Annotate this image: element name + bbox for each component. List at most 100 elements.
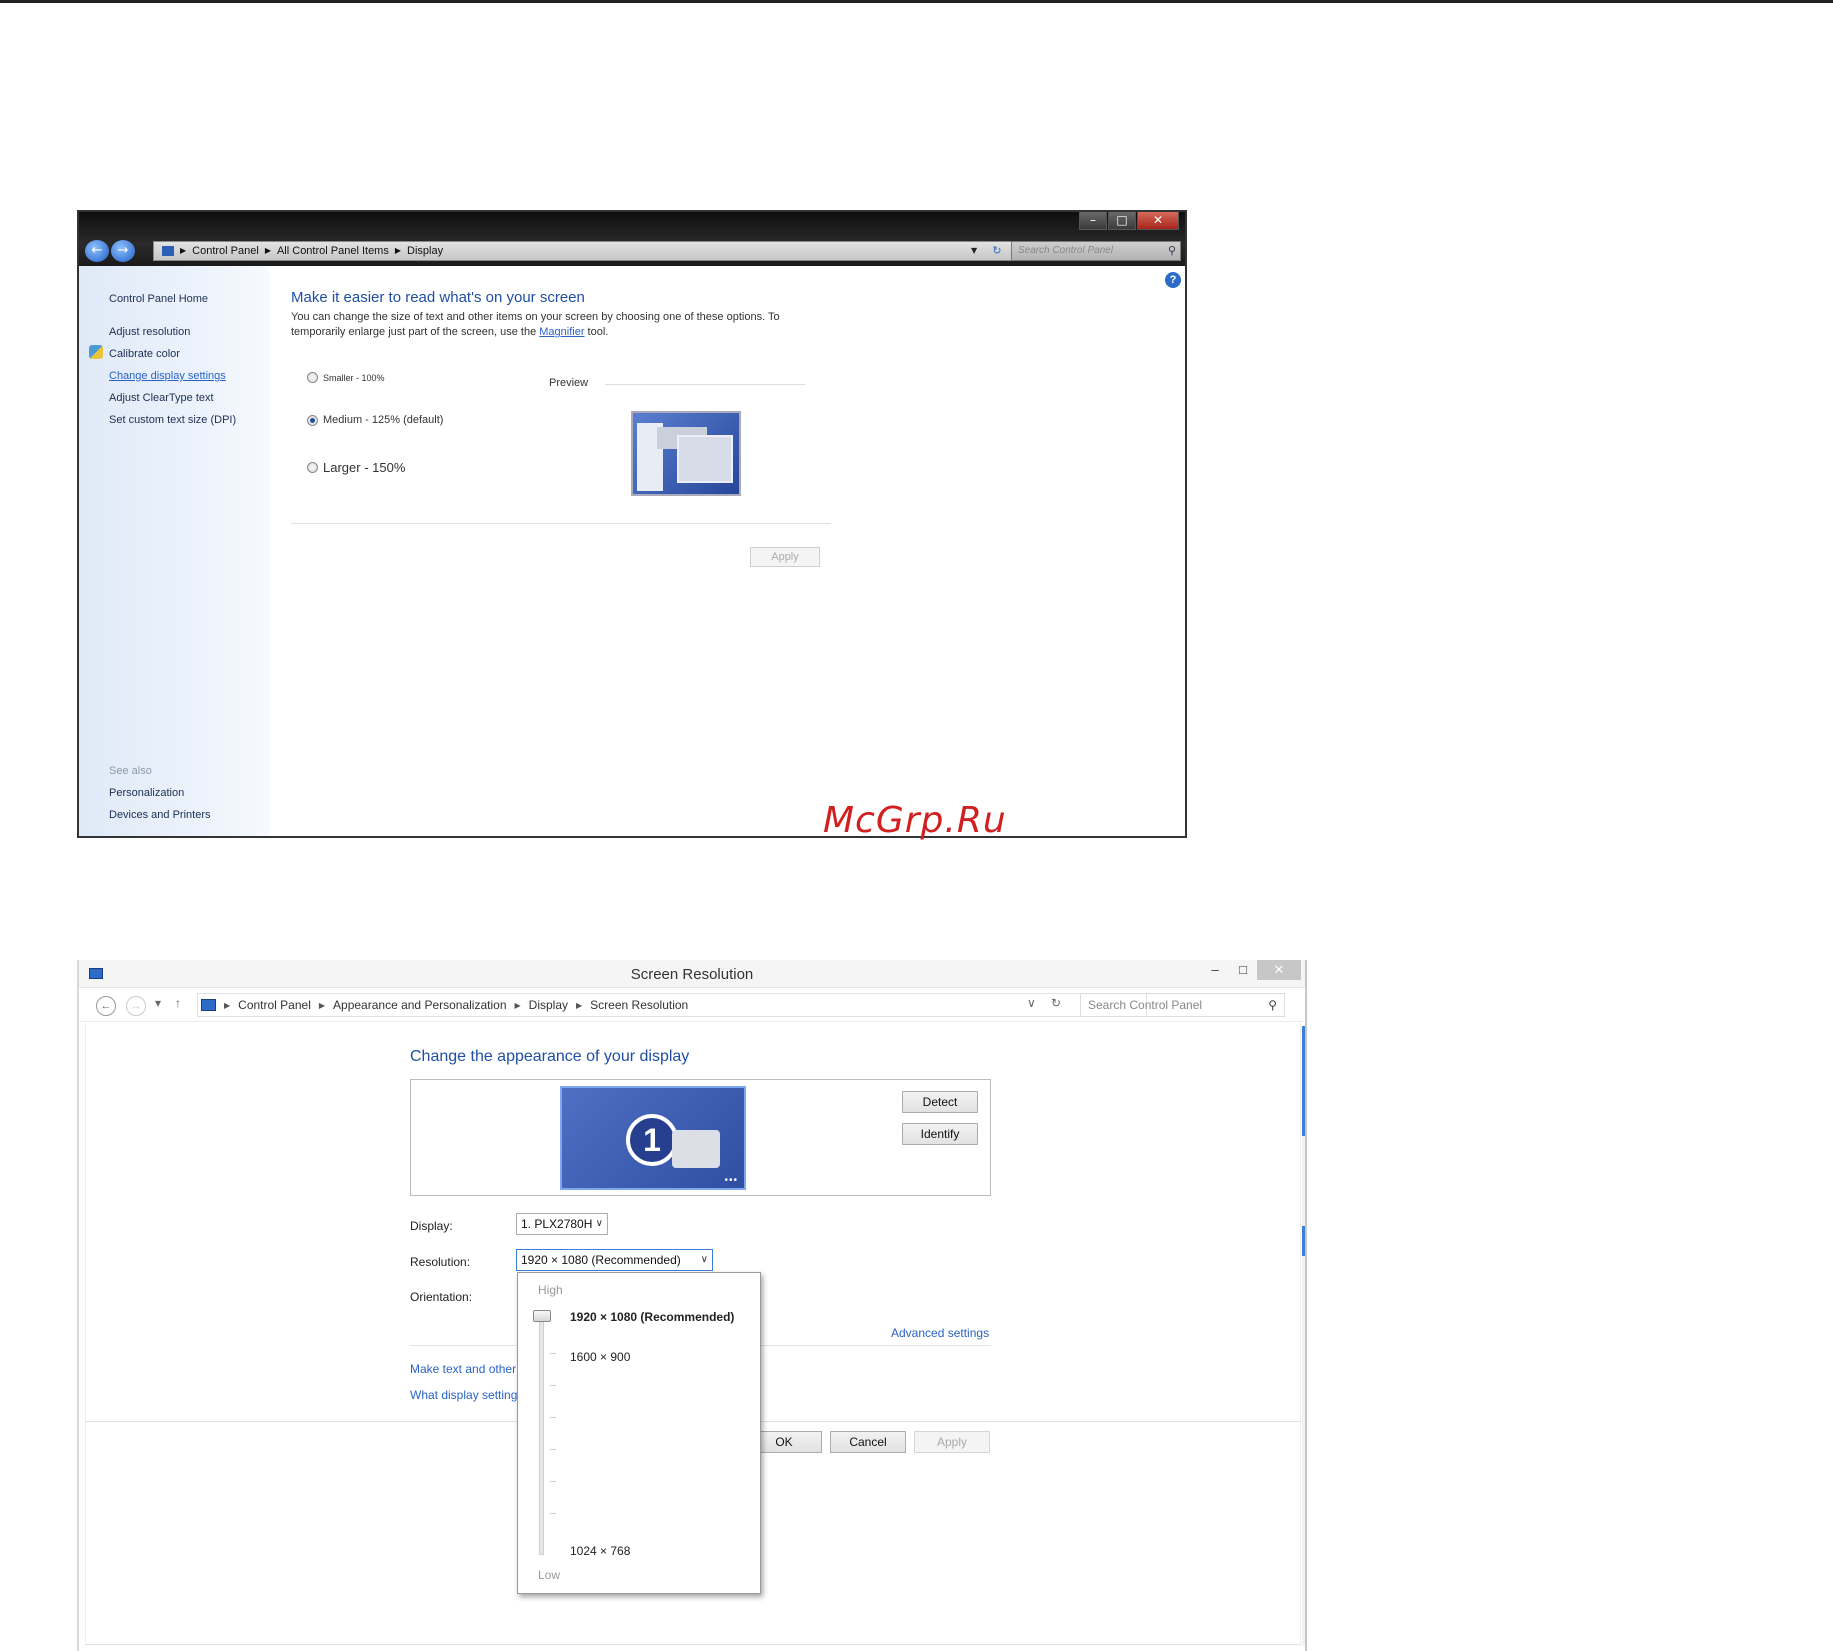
top-rule <box>0 0 1833 3</box>
slider-tick <box>550 1385 556 1386</box>
detect-button[interactable]: Detect <box>902 1091 978 1113</box>
search-icon[interactable]: ⚲ <box>1168 242 1176 260</box>
breadcrumb-control-panel[interactable]: Control Panel <box>238 998 311 1012</box>
scrollbar-thumb[interactable] <box>1302 1026 1305 1136</box>
resolution-slider-track[interactable] <box>539 1315 544 1555</box>
search-input[interactable]: Search Control Panel ⚲ <box>1011 241 1181 261</box>
address-bar[interactable]: ▶ Control Panel ▶ All Control Panel Item… <box>153 241 1053 261</box>
shield-icon <box>89 345 103 359</box>
resolution-option-1920[interactable]: 1920 × 1080 (Recommended) <box>570 1310 734 1324</box>
chevron-right-icon: ▶ <box>576 1000 583 1010</box>
monitor-tile[interactable]: 1 ••• <box>560 1086 746 1190</box>
page-title: Make it easier to read what's on your sc… <box>291 289 585 306</box>
forward-icon[interactable]: → <box>126 996 146 1016</box>
slider-tick <box>550 1417 556 1418</box>
resolution-value: 1920 × 1080 (Recommended) <box>521 1253 681 1267</box>
radio-smaller[interactable] <box>307 372 318 383</box>
content-border-bottom <box>85 1644 1301 1645</box>
orientation-label: Orientation: <box>410 1290 473 1304</box>
sidebar-item-home[interactable]: Control Panel Home <box>109 293 208 305</box>
option-smaller[interactable]: Smaller - 100% <box>307 372 385 383</box>
magnifier-link[interactable]: Magnifier <box>539 326 584 338</box>
option-larger[interactable]: Larger - 150% <box>307 460 405 475</box>
apply-button[interactable]: Apply <box>750 547 820 567</box>
apply-button[interactable]: Apply <box>914 1431 990 1453</box>
address-dropdown-icon[interactable]: ∨ <box>1027 996 1036 1010</box>
sidebar-item-devices-printers[interactable]: Devices and Printers <box>109 809 211 821</box>
display-settings-help-link[interactable]: What display setting <box>410 1388 517 1402</box>
slider-tick <box>550 1481 556 1482</box>
breadcrumb-display[interactable]: Display <box>407 242 443 260</box>
caption-buttons: – □ ✕ <box>1201 960 1301 980</box>
sidebar-item-cleartype[interactable]: Adjust ClearType text <box>109 392 214 404</box>
minimize-button[interactable]: – <box>1201 960 1229 980</box>
search-placeholder: Search Control Panel <box>1088 998 1203 1012</box>
forward-icon[interactable]: → <box>111 240 135 262</box>
chevron-right-icon: ▶ <box>224 1000 231 1010</box>
slider-tick <box>550 1513 556 1514</box>
divider <box>291 523 831 524</box>
description-tail: tool. <box>584 326 609 338</box>
close-button[interactable]: ✕ <box>1257 960 1301 980</box>
scrollbar-marker <box>1302 1226 1305 1256</box>
sidebar-item-adjust-resolution[interactable]: Adjust resolution <box>109 326 190 338</box>
sidebar-item-calibrate-color[interactable]: Calibrate color <box>109 348 180 360</box>
breadcrumb-control-panel[interactable]: Control Panel <box>192 242 259 260</box>
advanced-settings-link[interactable]: Advanced settings <box>891 1326 989 1340</box>
text-size-link[interactable]: Make text and other <box>410 1362 516 1376</box>
monitor-arrangement: 1 ••• Detect Identify <box>410 1079 991 1196</box>
help-icon[interactable]: ? <box>1165 272 1181 288</box>
content-border-left <box>85 1022 86 1645</box>
resolution-label: Resolution: <box>410 1255 471 1269</box>
maximize-button[interactable]: □ <box>1108 212 1136 230</box>
search-icon[interactable]: ⚲ <box>1268 994 1277 1016</box>
radio-medium[interactable] <box>307 414 318 426</box>
preview-window-c <box>677 435 733 483</box>
search-input[interactable]: Search Control Panel ⚲ <box>1080 993 1285 1017</box>
up-icon[interactable]: ↑ <box>175 996 181 1010</box>
resolution-option-1600[interactable]: 1600 × 900 <box>570 1350 630 1364</box>
breadcrumb-screen-resolution[interactable]: Screen Resolution <box>590 998 688 1012</box>
display-window: – □ ✕ ← → ▶ Control Panel ▶ All Control … <box>77 210 1187 838</box>
maximize-button[interactable]: □ <box>1229 960 1257 980</box>
back-icon[interactable]: ← <box>96 996 116 1016</box>
search-placeholder: Search Control Panel <box>1018 245 1114 256</box>
slider-tick <box>550 1449 556 1450</box>
display-label: Display: <box>410 1219 453 1233</box>
radio-larger[interactable] <box>307 462 318 473</box>
sidebar-item-custom-dpi[interactable]: Set custom text size (DPI) <box>109 414 236 426</box>
control-panel-icon <box>162 246 174 256</box>
cancel-button[interactable]: Cancel <box>830 1431 906 1453</box>
minimize-button[interactable]: – <box>1079 212 1107 230</box>
page: – □ ✕ ← → ▶ Control Panel ▶ All Control … <box>0 0 1833 1651</box>
resolution-select[interactable]: 1920 × 1080 (Recommended) ∨ <box>516 1249 713 1271</box>
back-icon[interactable]: ← <box>85 240 109 262</box>
breadcrumb-display[interactable]: Display <box>529 998 568 1012</box>
page-title: Change the appearance of your display <box>410 1048 690 1065</box>
chevron-right-icon: ▶ <box>264 246 271 255</box>
address-dropdown-icon[interactable]: ▼ <box>971 242 985 260</box>
identify-button[interactable]: Identify <box>902 1123 978 1145</box>
refresh-icon[interactable]: ↻ <box>988 242 1006 260</box>
refresh-icon[interactable]: ↻ <box>1051 996 1061 1010</box>
high-label: High <box>538 1283 563 1297</box>
close-button[interactable]: ✕ <box>1137 212 1179 230</box>
window-titlebar: Screen Resolution – □ ✕ <box>79 960 1305 988</box>
option-medium[interactable]: Medium - 125% (default) <box>307 414 443 426</box>
chevron-right-icon: ▶ <box>180 246 187 255</box>
sidebar-item-personalization[interactable]: Personalization <box>109 787 184 799</box>
option-medium-label: Medium - 125% (default) <box>323 414 444 426</box>
breadcrumb-all-items[interactable]: All Control Panel Items <box>277 242 389 260</box>
display-select[interactable]: 1. PLX2780H ∨ <box>516 1213 608 1235</box>
watermark: McGrp.Ru <box>823 800 1007 841</box>
recent-pages-icon[interactable]: ▾ <box>155 996 161 1010</box>
breadcrumb-appearance[interactable]: Appearance and Personalization <box>333 998 506 1012</box>
resolution-option-1024[interactable]: 1024 × 768 <box>570 1544 630 1558</box>
monitor-grid-icon <box>672 1130 720 1168</box>
breadcrumb: ▶ Control Panel ▶ Appearance and Persona… <box>201 998 688 1012</box>
navigation-bar: ← → ▾ ↑ ▶ Control Panel ▶ Appearance and… <box>79 988 1305 1022</box>
resolution-slider-thumb[interactable] <box>533 1310 551 1322</box>
display-main: ? Make it easier to read what's on your … <box>269 266 1185 836</box>
display-window-titlebar: – □ ✕ ← → ▶ Control Panel ▶ All Control … <box>79 212 1185 266</box>
sidebar-item-change-display-settings[interactable]: Change display settings <box>109 370 226 382</box>
